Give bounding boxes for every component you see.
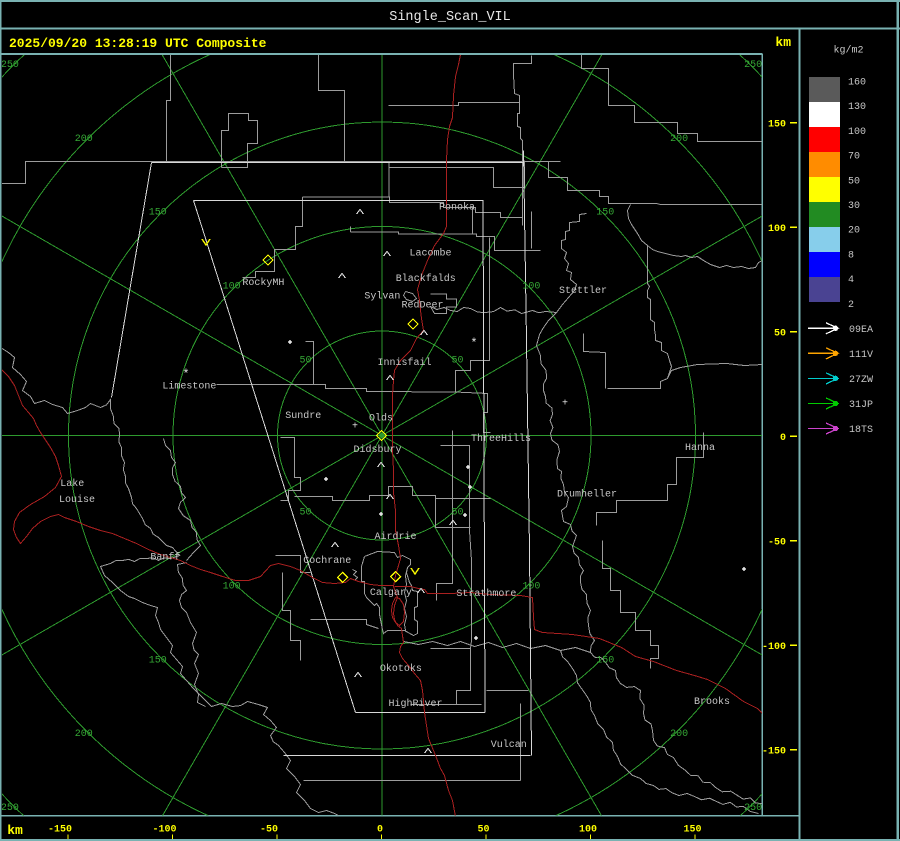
svg-text:150: 150 <box>596 208 614 219</box>
svg-text:Blackfalds: Blackfalds <box>396 273 456 285</box>
svg-text:8: 8 <box>848 250 854 261</box>
svg-text:27ZW: 27ZW <box>849 375 873 386</box>
svg-text:+: + <box>562 399 568 410</box>
svg-text:200: 200 <box>670 729 688 740</box>
svg-text:Cochrane: Cochrane <box>303 555 351 567</box>
svg-text:2: 2 <box>848 300 854 311</box>
svg-text:18TS: 18TS <box>849 425 873 436</box>
svg-text:250: 250 <box>1 803 19 814</box>
svg-text:50: 50 <box>774 328 786 339</box>
svg-text:130: 130 <box>848 102 866 113</box>
svg-text:-150: -150 <box>762 746 786 757</box>
svg-text:50: 50 <box>848 176 860 187</box>
svg-text:Louise: Louise <box>59 494 95 506</box>
svg-text:RedDeer: RedDeer <box>401 300 443 312</box>
svg-text:Lake: Lake <box>60 478 84 490</box>
svg-text:0: 0 <box>377 824 383 835</box>
svg-text:100: 100 <box>848 127 866 138</box>
svg-text:100: 100 <box>768 224 786 235</box>
svg-text:Limestone: Limestone <box>162 381 216 393</box>
svg-text:111V: 111V <box>849 350 873 361</box>
svg-text:-50: -50 <box>260 824 278 835</box>
svg-text:100: 100 <box>522 581 540 592</box>
svg-text:*: * <box>470 337 477 351</box>
svg-text:Ponoka: Ponoka <box>439 202 475 214</box>
svg-text:*: * <box>182 368 189 382</box>
svg-text:50: 50 <box>452 508 464 519</box>
svg-text:Strathmore: Strathmore <box>456 588 516 600</box>
svg-text:Innisfail: Innisfail <box>377 357 431 369</box>
svg-text:RockyMH: RockyMH <box>242 277 284 289</box>
svg-text:km: km <box>7 823 23 838</box>
svg-text:Single_Scan_VIL: Single_Scan_VIL <box>389 10 511 25</box>
svg-text:70: 70 <box>848 152 860 163</box>
svg-text:100: 100 <box>223 282 241 293</box>
svg-text:Brooks: Brooks <box>694 696 730 708</box>
svg-text:30: 30 <box>848 201 860 212</box>
svg-text:200: 200 <box>75 729 93 740</box>
svg-text:150: 150 <box>683 824 701 835</box>
svg-text:Lacombe: Lacombe <box>409 248 451 260</box>
svg-text:-150: -150 <box>48 824 72 835</box>
svg-text:HighRiver: HighRiver <box>388 698 442 710</box>
svg-text:09EA: 09EA <box>849 325 873 336</box>
svg-text:200: 200 <box>670 134 688 145</box>
svg-text:ThreeHills: ThreeHills <box>471 433 531 445</box>
svg-text:km: km <box>775 35 791 50</box>
svg-text:250: 250 <box>744 803 762 814</box>
svg-text:Airdrie: Airdrie <box>374 531 416 543</box>
svg-text:0: 0 <box>780 433 786 444</box>
svg-text:Vulcan: Vulcan <box>491 739 527 751</box>
svg-text:Banff: Banff <box>150 552 180 564</box>
svg-text:100: 100 <box>223 581 241 592</box>
svg-text:150: 150 <box>149 655 167 666</box>
svg-text:-100: -100 <box>762 642 786 653</box>
svg-text:+: + <box>352 422 358 433</box>
svg-text:160: 160 <box>848 78 866 89</box>
svg-text:250: 250 <box>744 60 762 71</box>
svg-text:150: 150 <box>596 655 614 666</box>
svg-text:2025/09/20 13:28:19 UTC Compos: 2025/09/20 13:28:19 UTC Composite <box>9 36 267 51</box>
svg-text:Calgary: Calgary <box>370 587 412 599</box>
svg-text:31JP: 31JP <box>849 400 873 411</box>
svg-text:Sylvan: Sylvan <box>364 291 400 303</box>
svg-text:-100: -100 <box>152 824 176 835</box>
svg-text:50: 50 <box>299 355 311 366</box>
svg-text:-50: -50 <box>768 537 786 548</box>
svg-text:150: 150 <box>768 119 786 130</box>
svg-text:100: 100 <box>579 824 597 835</box>
svg-text:4: 4 <box>848 275 854 286</box>
svg-text:200: 200 <box>75 134 93 145</box>
svg-text:Okotoks: Okotoks <box>380 663 422 675</box>
svg-text:50: 50 <box>452 355 464 366</box>
svg-text:Hanna: Hanna <box>685 443 715 454</box>
svg-text:20: 20 <box>848 226 860 237</box>
svg-text:50: 50 <box>299 508 311 519</box>
svg-text:100: 100 <box>522 282 540 293</box>
svg-text:250: 250 <box>1 60 19 71</box>
svg-text:50: 50 <box>477 824 489 835</box>
svg-text:150: 150 <box>149 208 167 219</box>
svg-text:Drumheller: Drumheller <box>557 489 617 501</box>
svg-text:Didsbury: Didsbury <box>353 444 401 456</box>
svg-text:Olds: Olds <box>369 412 393 424</box>
svg-text:kg/m2: kg/m2 <box>833 45 863 57</box>
svg-text:Sundre: Sundre <box>285 410 321 422</box>
svg-text:Stettler: Stettler <box>559 285 607 297</box>
